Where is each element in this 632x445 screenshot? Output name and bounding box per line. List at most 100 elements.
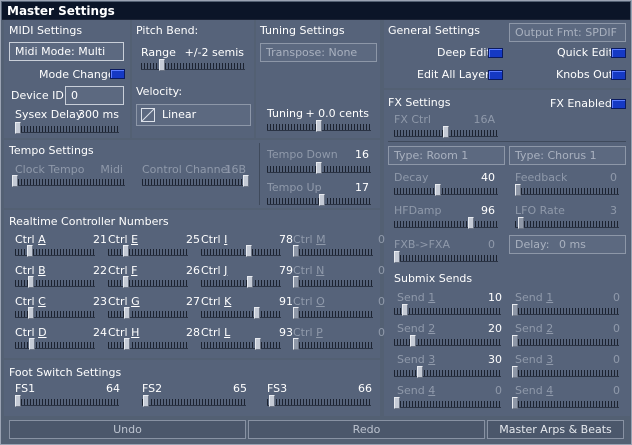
- ctrl-g-value: 27: [186, 295, 200, 308]
- tuning-slider[interactable]: [267, 120, 371, 132]
- control-channel-slider[interactable]: [142, 175, 249, 187]
- quick-edit-indicator[interactable]: [611, 48, 626, 58]
- ctrl-a-slider-thumb[interactable]: [27, 245, 33, 257]
- ctrl-l-slider[interactable]: [201, 338, 281, 350]
- output-format-button[interactable]: Output Fmt: SPDIF: [509, 23, 626, 42]
- ctrl-n-slider[interactable]: [293, 276, 373, 288]
- hfdamp-value: 96: [481, 204, 495, 217]
- ctrl-c-slider-thumb[interactable]: [28, 307, 34, 319]
- ctrl-k-slider[interactable]: [201, 307, 281, 319]
- ctrl-b-slider[interactable]: [15, 276, 95, 288]
- transpose-button[interactable]: Transpose: None: [260, 43, 377, 62]
- send-right-3-slider[interactable]: [512, 366, 619, 378]
- ctrl-g-slider-thumb[interactable]: [124, 307, 130, 319]
- ctrl-d-slider[interactable]: [15, 338, 95, 350]
- send-right-1-slider[interactable]: [512, 304, 619, 316]
- send-left-2-slider[interactable]: [394, 335, 501, 347]
- ctrl-c-slider[interactable]: [15, 307, 95, 319]
- pitch-range-slider[interactable]: [141, 59, 245, 71]
- fs3-slider[interactable]: [267, 395, 371, 407]
- ctrl-d-slider-thumb[interactable]: [29, 338, 35, 350]
- send-right-2-slider[interactable]: [512, 335, 619, 347]
- ctrl-a-slider[interactable]: [15, 245, 95, 257]
- tuning-value: + 0.0 cents: [305, 107, 369, 120]
- fs2-slider[interactable]: [142, 395, 246, 407]
- window-title: Master Settings: [7, 4, 115, 18]
- hfdamp-slider[interactable]: [394, 217, 498, 229]
- ctrl-g-slider[interactable]: [108, 307, 188, 319]
- ctrl-p-slider[interactable]: [293, 338, 373, 350]
- ctrl-p-slider-thumb[interactable]: [293, 338, 299, 350]
- deep-edit-indicator[interactable]: [488, 48, 503, 58]
- ctrl-f-slider-thumb[interactable]: [123, 276, 129, 288]
- tempo-up-slider[interactable]: [267, 194, 371, 206]
- device-id-field[interactable]: 0: [65, 86, 124, 105]
- send-left-3-slider-thumb[interactable]: [417, 366, 423, 378]
- knobs-out-indicator[interactable]: [611, 70, 626, 80]
- sysex-delay-slider[interactable]: [15, 122, 119, 134]
- send-right-4-slider[interactable]: [512, 397, 619, 409]
- ctrl-i-slider[interactable]: [201, 245, 281, 257]
- send-left-2-slider-thumb[interactable]: [410, 335, 416, 347]
- fxb-fxa-slider[interactable]: [394, 251, 498, 263]
- edit-all-layers-indicator[interactable]: [488, 70, 503, 80]
- ctrl-m-slider-thumb[interactable]: [293, 245, 299, 257]
- fs1-slider[interactable]: [15, 395, 119, 407]
- ctrl-i-slider-thumb[interactable]: [246, 245, 252, 257]
- ctrl-o-slider-thumb[interactable]: [293, 307, 299, 319]
- send-left-1-slider[interactable]: [394, 304, 501, 316]
- fs1-slider-thumb[interactable]: [15, 395, 21, 407]
- fx-enabled-indicator[interactable]: [611, 99, 626, 109]
- send-right-3-slider-thumb[interactable]: [512, 366, 518, 378]
- master-arps-beats-button[interactable]: Master Arps & Beats: [487, 420, 624, 439]
- ctrl-o-value: 0: [378, 295, 385, 308]
- title-bar[interactable]: Master Settings: [2, 2, 630, 20]
- send-left-1-slider-thumb[interactable]: [402, 304, 408, 316]
- fx-type-a-button[interactable]: Type: Room 1: [388, 146, 505, 165]
- ctrl-l-slider-thumb[interactable]: [255, 338, 261, 350]
- fs3-slider-thumb[interactable]: [269, 395, 275, 407]
- fx-ctrl-slider[interactable]: [394, 126, 498, 138]
- undo-button[interactable]: Undo: [9, 420, 246, 439]
- redo-button[interactable]: Redo: [248, 420, 485, 439]
- ctrl-o-slider[interactable]: [293, 307, 373, 319]
- decay-slider[interactable]: [394, 184, 498, 196]
- ctrl-letter: H: [131, 326, 140, 339]
- ctrl-c-value: 23: [93, 295, 107, 308]
- fs2-slider-thumb[interactable]: [143, 395, 149, 407]
- send-left-3-slider[interactable]: [394, 366, 501, 378]
- send-right-2-slider-thumb[interactable]: [512, 335, 518, 347]
- ctrl-j-slider-thumb[interactable]: [247, 276, 253, 288]
- send-left-4-slider-thumb[interactable]: [394, 397, 400, 409]
- tempo-down-slider[interactable]: [267, 162, 371, 174]
- ctrl-k-slider-thumb[interactable]: [254, 307, 260, 319]
- clock-tempo-slider[interactable]: [12, 175, 125, 187]
- ctrl-letter: J: [224, 264, 228, 277]
- ctrl-e-slider-thumb[interactable]: [123, 245, 129, 257]
- ctrl-n-slider-thumb[interactable]: [293, 276, 299, 288]
- send-right-1-slider-thumb[interactable]: [512, 304, 518, 316]
- ctrl-f-slider[interactable]: [108, 276, 188, 288]
- ctrl-j-slider[interactable]: [201, 276, 281, 288]
- ctrl-m-slider[interactable]: [293, 245, 373, 257]
- feedback-slider[interactable]: [515, 184, 619, 196]
- send-left-4-slider[interactable]: [394, 397, 501, 409]
- delay-label: Delay:: [515, 238, 550, 251]
- midi-mode-button[interactable]: Midi Mode: Multi: [9, 42, 124, 61]
- fs3-label: FS3: [267, 382, 288, 395]
- velocity-curve-button[interactable]: Linear: [136, 104, 251, 126]
- send-right-4-slider-thumb[interactable]: [512, 397, 518, 409]
- fx-type-b-button[interactable]: Type: Chorus 1: [509, 146, 626, 165]
- ctrl-letter: C: [38, 295, 46, 308]
- ctrl-h-slider-thumb[interactable]: [124, 338, 130, 350]
- ctrl-b-slider-thumb[interactable]: [28, 276, 34, 288]
- feedback-label: Feedback: [515, 171, 568, 184]
- send-number: 3: [546, 353, 554, 366]
- mode-change-indicator[interactable]: [110, 69, 125, 79]
- lfo-rate-slider[interactable]: [515, 217, 619, 229]
- ctrl-h-slider[interactable]: [108, 338, 188, 350]
- ctrl-letter: P: [316, 326, 323, 339]
- delay-field[interactable]: Delay: 0 ms: [509, 235, 626, 254]
- ctrl-e-slider[interactable]: [108, 245, 188, 257]
- send-prefix: Send: [397, 291, 429, 304]
